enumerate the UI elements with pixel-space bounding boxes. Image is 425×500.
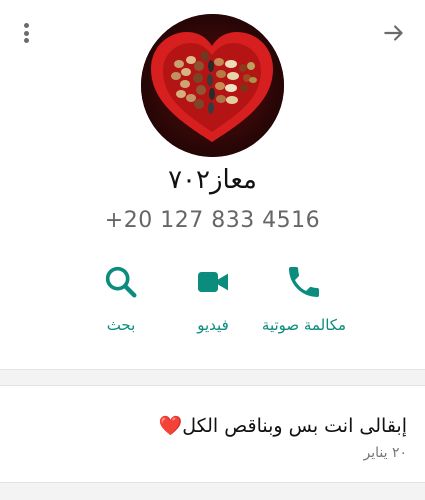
contact-name: معاز٧٠٢ xyxy=(168,165,257,195)
video-icon xyxy=(198,272,228,292)
more-options-icon[interactable] xyxy=(16,20,36,46)
contact-phone[interactable]: +20 127 833 4516 xyxy=(0,208,425,233)
voice-call-label: مكالمة صوتية xyxy=(261,316,347,334)
voice-call-button[interactable]: مكالمة صوتية xyxy=(249,262,359,334)
phone-icon xyxy=(289,267,319,297)
about-status: إبقالى انت بس وبناقص الكل❤️ xyxy=(159,414,407,437)
section-divider-bottom xyxy=(0,482,425,500)
contact-actions: بحث فيديو مكالمة صوتية xyxy=(0,262,425,342)
section-divider xyxy=(0,369,425,386)
about-date: ٢٠ يناير xyxy=(363,445,407,461)
heart-emoji: ❤️ xyxy=(158,415,183,437)
contact-avatar[interactable] xyxy=(141,14,284,157)
arrow-forward-icon[interactable] xyxy=(381,20,407,46)
about-status-text: إبقالى انت بس وبناقص الكل xyxy=(182,415,407,437)
about-section[interactable]: إبقالى انت بس وبناقص الكل❤️ ٢٠ يناير xyxy=(0,388,425,480)
search-icon xyxy=(105,266,137,298)
